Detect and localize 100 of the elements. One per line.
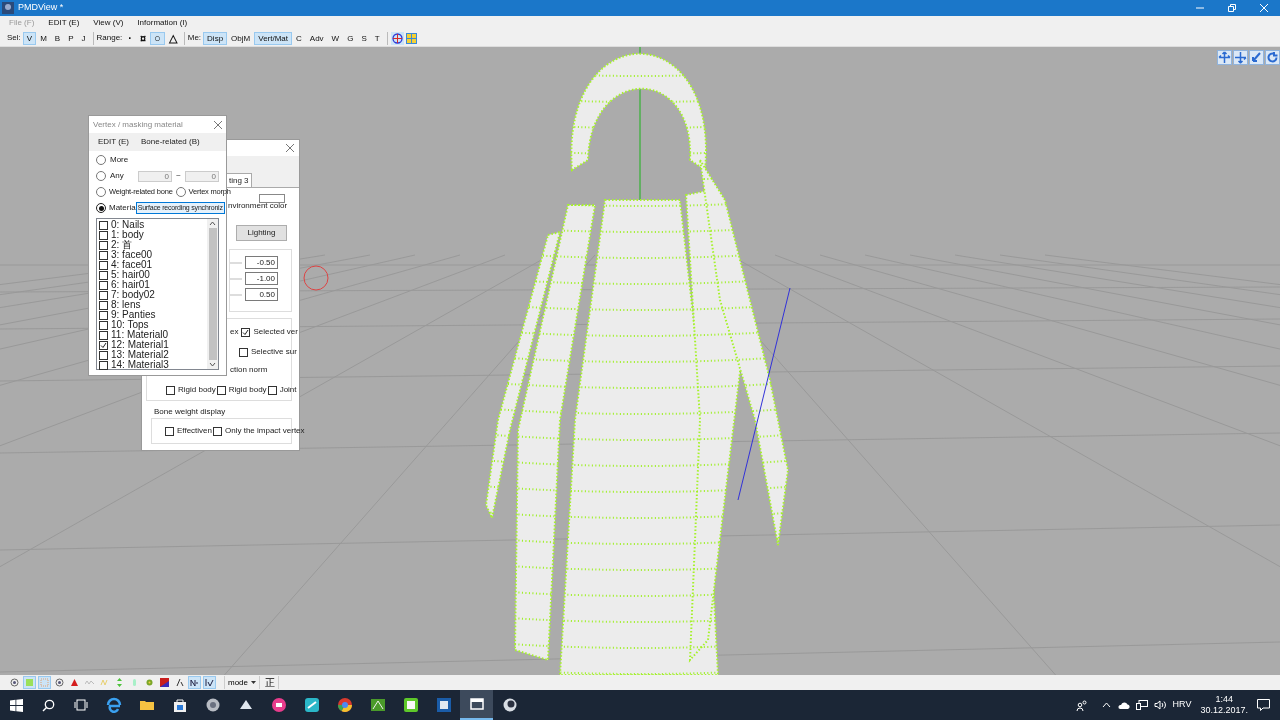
toolbar-button[interactable]: ObjM: [227, 31, 255, 45]
checkbox[interactable]: [99, 220, 108, 230]
triangle-toggle-icon[interactable]: [68, 676, 81, 689]
dot-toggle-icon[interactable]: [8, 676, 21, 689]
toolbar-button[interactable]: ·: [124, 31, 136, 45]
slash-toggle-icon[interactable]: [173, 676, 186, 689]
slider-track[interactable]: [230, 277, 242, 280]
volume-icon[interactable]: [1153, 700, 1166, 710]
number-field[interactable]: -1.00: [245, 272, 278, 285]
lighting-button[interactable]: Lighting: [236, 225, 287, 241]
checkbox[interactable]: [99, 340, 108, 350]
cloud-icon[interactable]: [1117, 701, 1130, 709]
list-item[interactable]: 9: Panties: [99, 310, 207, 320]
close-icon[interactable]: [286, 144, 294, 152]
checkbox[interactable]: [216, 385, 226, 395]
normal-toggle-icon[interactable]: [188, 676, 201, 689]
window-app-icon[interactable]: [460, 690, 493, 720]
checkbox[interactable]: [267, 385, 277, 395]
toolbar-button[interactable]: V: [22, 31, 37, 45]
list-item[interactable]: 1: body: [99, 230, 207, 240]
checkbox[interactable]: [99, 280, 108, 290]
checkbox[interactable]: [99, 290, 108, 300]
globe-icon[interactable]: [390, 31, 404, 45]
checkbox[interactable]: [165, 426, 174, 436]
network-icon[interactable]: [1135, 700, 1148, 710]
clock-date[interactable]: 30.12.2017.: [1200, 705, 1248, 716]
number-field[interactable]: 0.50: [245, 288, 278, 301]
checkbox[interactable]: [99, 360, 108, 370]
toolbar-button[interactable]: T: [370, 31, 384, 45]
checkbox[interactable]: [99, 230, 108, 240]
menu-item[interactable]: Information (I): [137, 17, 188, 29]
zoom-icon[interactable]: [1249, 50, 1264, 65]
list-item[interactable]: 11: Material0: [99, 330, 207, 340]
number-field[interactable]: 0: [184, 170, 219, 182]
toolbar-button[interactable]: W: [327, 31, 344, 45]
toolbar-button[interactable]: Adv: [305, 31, 328, 45]
list-item[interactable]: 13: Material2: [99, 350, 207, 360]
scroll-up-icon[interactable]: [209, 219, 216, 228]
radio-button[interactable]: [96, 203, 106, 213]
list-item[interactable]: 10: Tops: [99, 320, 207, 330]
list-item[interactable]: 6: hair01: [99, 280, 207, 290]
list-item[interactable]: 14: Material3: [99, 360, 207, 370]
edge-toggle-icon[interactable]: [203, 676, 216, 689]
notification-icon[interactable]: [1257, 699, 1270, 711]
checkbox[interactable]: [99, 320, 108, 330]
checkbox[interactable]: [239, 347, 248, 357]
grid-icon[interactable]: [405, 32, 417, 44]
toolbar-button[interactable]: C: [292, 31, 306, 45]
rotate-icon[interactable]: [1265, 50, 1280, 65]
radio-button[interactable]: [96, 171, 106, 181]
toolbar-button[interactable]: P: [64, 31, 78, 45]
pan-icon[interactable]: [1233, 50, 1248, 65]
toolbar-button[interactable]: S: [357, 31, 371, 45]
mode-dropdown[interactable]: mode: [224, 676, 260, 689]
checkbox[interactable]: [99, 270, 108, 280]
list-item[interactable]: 2: 首: [99, 240, 207, 250]
checkbox[interactable]: [99, 300, 108, 310]
toolbar-button[interactable]: B: [50, 31, 65, 45]
checkbox[interactable]: [99, 240, 108, 250]
tab[interactable]: ting 3: [226, 173, 252, 187]
number-field[interactable]: 0: [137, 170, 172, 182]
toolbar-button[interactable]: G: [343, 31, 358, 45]
toolbar-button[interactable]: ¤: [135, 31, 151, 45]
list-item[interactable]: 7: body02: [99, 290, 207, 300]
toolbar-button[interactable]: △: [164, 31, 181, 45]
toolbar-button[interactable]: J: [77, 31, 90, 45]
checkbox[interactable]: [99, 310, 108, 320]
checkbox[interactable]: [241, 327, 251, 337]
checkbox[interactable]: [99, 330, 108, 340]
radio-button[interactable]: [96, 187, 106, 197]
slider-track[interactable]: [230, 261, 242, 264]
move-icon[interactable]: [1217, 50, 1232, 65]
scroll-down-icon[interactable]: [209, 360, 216, 369]
chevron-up-icon[interactable]: [1101, 702, 1111, 708]
toolbar-button[interactable]: Disp: [203, 31, 228, 45]
clock-time[interactable]: 1:44: [1215, 694, 1233, 705]
checkbox[interactable]: [166, 385, 175, 395]
scrollbar[interactable]: [207, 219, 218, 369]
frame-toggle-icon[interactable]: [38, 676, 51, 689]
list-item[interactable]: 3: face00: [99, 250, 207, 260]
fill-toggle-icon[interactable]: [23, 676, 36, 689]
list-item[interactable]: 8: lens: [99, 300, 207, 310]
checkbox[interactable]: [99, 250, 108, 260]
radio-button[interactable]: [175, 187, 186, 197]
toolbar-button[interactable]: ○: [150, 31, 165, 45]
checkbox[interactable]: [99, 260, 108, 270]
language-indicator[interactable]: HRV: [1172, 698, 1192, 712]
menu-item[interactable]: EDIT (E): [48, 17, 80, 29]
toolbar-button[interactable]: M: [36, 31, 51, 45]
list-item[interactable]: 0: Nails: [99, 220, 207, 230]
checkbox[interactable]: [99, 350, 108, 360]
toolbar-button[interactable]: Vert/Mat: [254, 31, 293, 45]
checkbox[interactable]: [213, 426, 222, 436]
close-icon[interactable]: [214, 120, 222, 129]
menu-item[interactable]: Bone-related (B): [140, 136, 200, 148]
color-swatch[interactable]: [259, 194, 286, 203]
radio-button[interactable]: [96, 155, 106, 165]
menu-item[interactable]: View (V): [93, 17, 124, 29]
menu-item[interactable]: EDIT (E): [98, 136, 129, 148]
square-toggle-icon[interactable]: [158, 676, 171, 689]
